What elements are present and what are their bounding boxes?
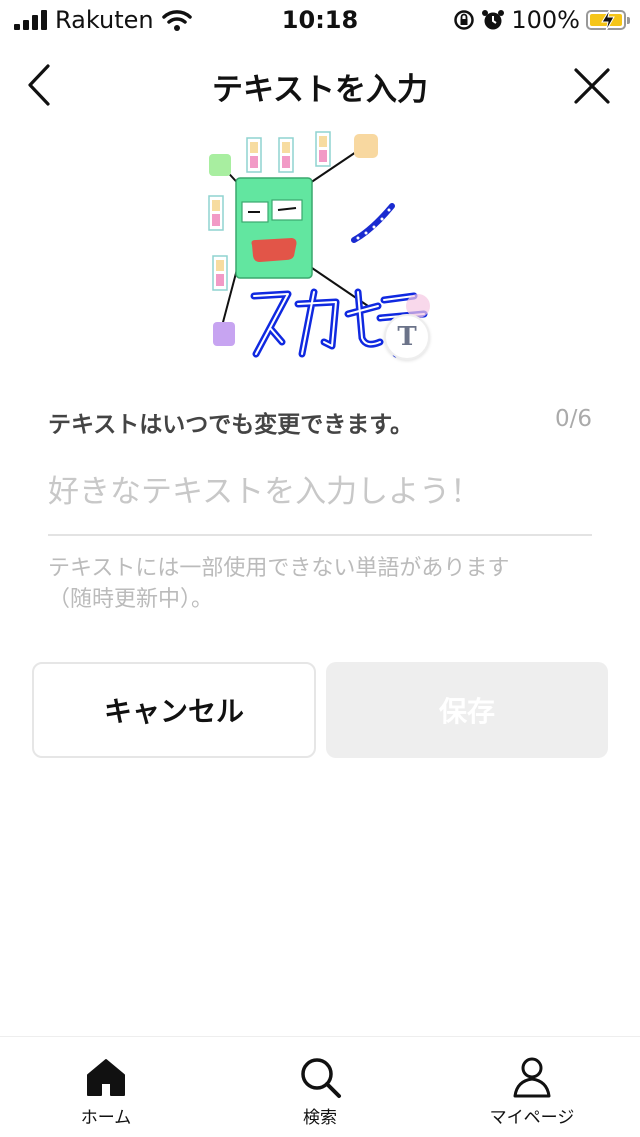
alarm-icon [482, 10, 505, 30]
notice-line-1: テキストには一部使用できない単語があります [48, 556, 510, 581]
text-badge-icon[interactable]: T [384, 314, 430, 360]
tab-mypage[interactable]: マイページ [452, 1037, 612, 1137]
close-icon[interactable] [572, 66, 612, 106]
notice-line-2: （随時更新中）。 [48, 587, 214, 612]
cancel-button[interactable]: キャンセル [32, 662, 316, 758]
tab-home-label: ホーム [80, 1108, 132, 1128]
battery-percent: 100% [511, 6, 580, 34]
hint-text: テキストはいつでも変更できます。 [48, 412, 414, 438]
page-title: テキストを入力 [211, 72, 429, 108]
charging-bolt-icon [601, 8, 615, 32]
orientation-lock-icon [454, 10, 475, 30]
home-icon [87, 1059, 125, 1096]
tab-search-label: 検索 [303, 1108, 337, 1128]
tab-home[interactable]: ホーム [26, 1037, 186, 1137]
status-bar: Rakuten 10:18 100% [0, 0, 640, 40]
notice-text: テキストには一部使用できない単語があります （随時更新中）。 [48, 553, 608, 615]
save-button[interactable]: 保存 [326, 662, 608, 758]
character-counter: 0/6 [554, 406, 592, 432]
tab-bar: ホーム 検索 マイページ [0, 1036, 640, 1137]
search-icon [301, 1058, 341, 1098]
status-right: 100% [453, 6, 630, 34]
header: テキストを入力 [0, 40, 640, 130]
tab-search[interactable]: 検索 [240, 1037, 400, 1137]
tab-mypage-label: マイページ [489, 1108, 575, 1128]
sticker-text-input[interactable] [48, 462, 592, 522]
person-icon [513, 1057, 551, 1098]
input-underline [48, 534, 592, 536]
battery-icon [586, 8, 630, 32]
